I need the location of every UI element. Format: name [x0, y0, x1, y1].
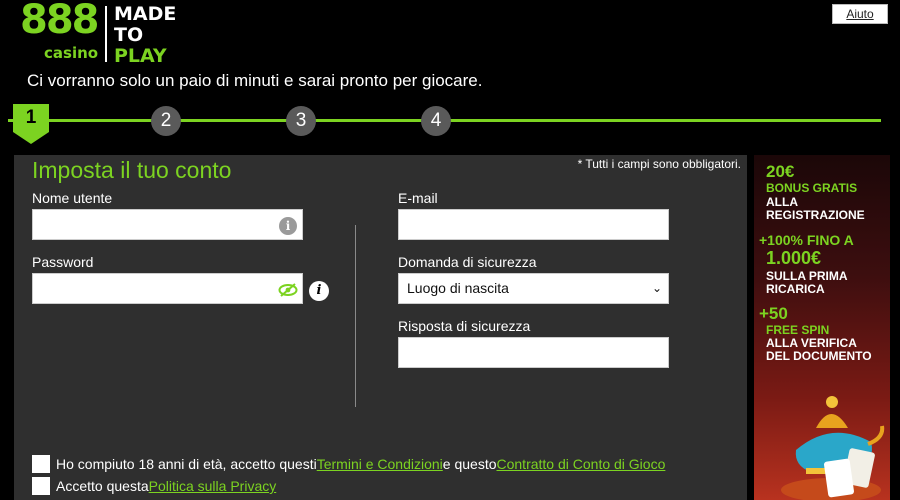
- age-terms-consent: Ho compiuto 18 anni di età, accetto ques…: [32, 455, 665, 473]
- banner-line-9: +50: [759, 304, 788, 323]
- step-2: 2: [151, 106, 181, 136]
- username-label: Nome utente: [32, 190, 113, 206]
- logo-number: 888: [20, 0, 99, 43]
- logo-play: PLAY: [114, 45, 167, 67]
- logo-divider: [105, 6, 107, 62]
- step-4: 4: [421, 106, 451, 136]
- banner-line-12: DEL DOCUMENTO: [766, 349, 872, 363]
- security-answer-field-wrapper: [398, 337, 669, 368]
- step-1-active: 1: [13, 104, 49, 144]
- brand-logo: 888 casino MADE TO PLAY: [20, 0, 190, 67]
- password-field-wrapper: [32, 273, 303, 304]
- banner-line-6: 1.000€: [766, 248, 822, 268]
- banner-line-11: ALLA VERIFICA: [766, 336, 857, 350]
- required-note: * Tutti i campi sono obbligatori.: [577, 157, 741, 171]
- step-1-label: 1: [13, 104, 49, 132]
- username-input[interactable]: [33, 210, 302, 239]
- privacy-consent: Accetto questa Politica sulla Privacy: [32, 477, 276, 495]
- security-answer-label: Risposta di sicurezza: [398, 318, 531, 334]
- terms-link[interactable]: Termini e Condizioni: [317, 456, 443, 472]
- account-setup-form: Imposta il tuo conto * Tutti i campi son…: [14, 155, 747, 500]
- logo-slogan: MADE TO PLAY: [114, 4, 176, 67]
- help-button[interactable]: Aiuto: [832, 4, 888, 24]
- banner-line-8: RICARICA: [766, 282, 825, 296]
- banner-line-1: 20€: [766, 162, 795, 181]
- banner-line-4: REGISTRAZIONE: [766, 208, 865, 222]
- banner-line-5: +100% FINO A: [759, 232, 854, 248]
- security-question-value: Luogo di nascita: [407, 280, 509, 296]
- account-agreement-link[interactable]: Contratto di Conto di Gioco: [497, 456, 666, 472]
- security-question-label: Domanda di sicurezza: [398, 254, 537, 270]
- email-label: E-mail: [398, 190, 438, 206]
- password-input[interactable]: [33, 274, 302, 303]
- banner-line-2: BONUS GRATIS: [766, 181, 858, 195]
- password-info-icon[interactable]: i: [309, 281, 329, 301]
- password-label: Password: [32, 254, 94, 270]
- username-field-wrapper: i: [32, 209, 303, 240]
- logo-to: TO: [114, 24, 144, 46]
- logo-made: MADE: [114, 3, 177, 25]
- step-1-pointer: [13, 132, 49, 144]
- age-terms-checkbox[interactable]: [32, 455, 50, 473]
- username-info-icon[interactable]: i: [279, 217, 297, 235]
- security-answer-input[interactable]: [399, 338, 668, 367]
- email-field-wrapper: [398, 209, 669, 240]
- security-question-select[interactable]: Luogo di nascita ⌄: [398, 273, 669, 304]
- banner-line-10: FREE SPIN: [766, 323, 830, 337]
- promo-banner[interactable]: 20€ BONUS GRATIS ALLA REGISTRAZIONE +100…: [754, 155, 890, 500]
- page-subtitle: Ci vorranno solo un paio di minuti e sar…: [27, 71, 483, 90]
- show-password-eye-icon[interactable]: [278, 282, 298, 298]
- privacy-text: Accetto questa: [56, 478, 149, 494]
- logo-casino: casino: [44, 44, 99, 62]
- form-title: Imposta il tuo conto: [32, 157, 232, 183]
- banner-line-7: SULLA PRIMA: [766, 269, 848, 283]
- registration-stepper: 1 2 3 4: [0, 100, 900, 144]
- chevron-down-icon: ⌄: [651, 281, 662, 295]
- privacy-checkbox[interactable]: [32, 477, 50, 495]
- column-divider: [355, 225, 356, 407]
- privacy-policy-link[interactable]: Politica sulla Privacy: [149, 478, 277, 494]
- age-terms-text-1: Ho compiuto 18 anni di età, accetto ques…: [56, 456, 317, 472]
- age-terms-text-2: e questo: [442, 456, 497, 472]
- magic-lamp-icon: [781, 396, 885, 500]
- email-input[interactable]: [399, 210, 668, 239]
- banner-line-3: ALLA: [766, 195, 798, 209]
- step-3: 3: [286, 106, 316, 136]
